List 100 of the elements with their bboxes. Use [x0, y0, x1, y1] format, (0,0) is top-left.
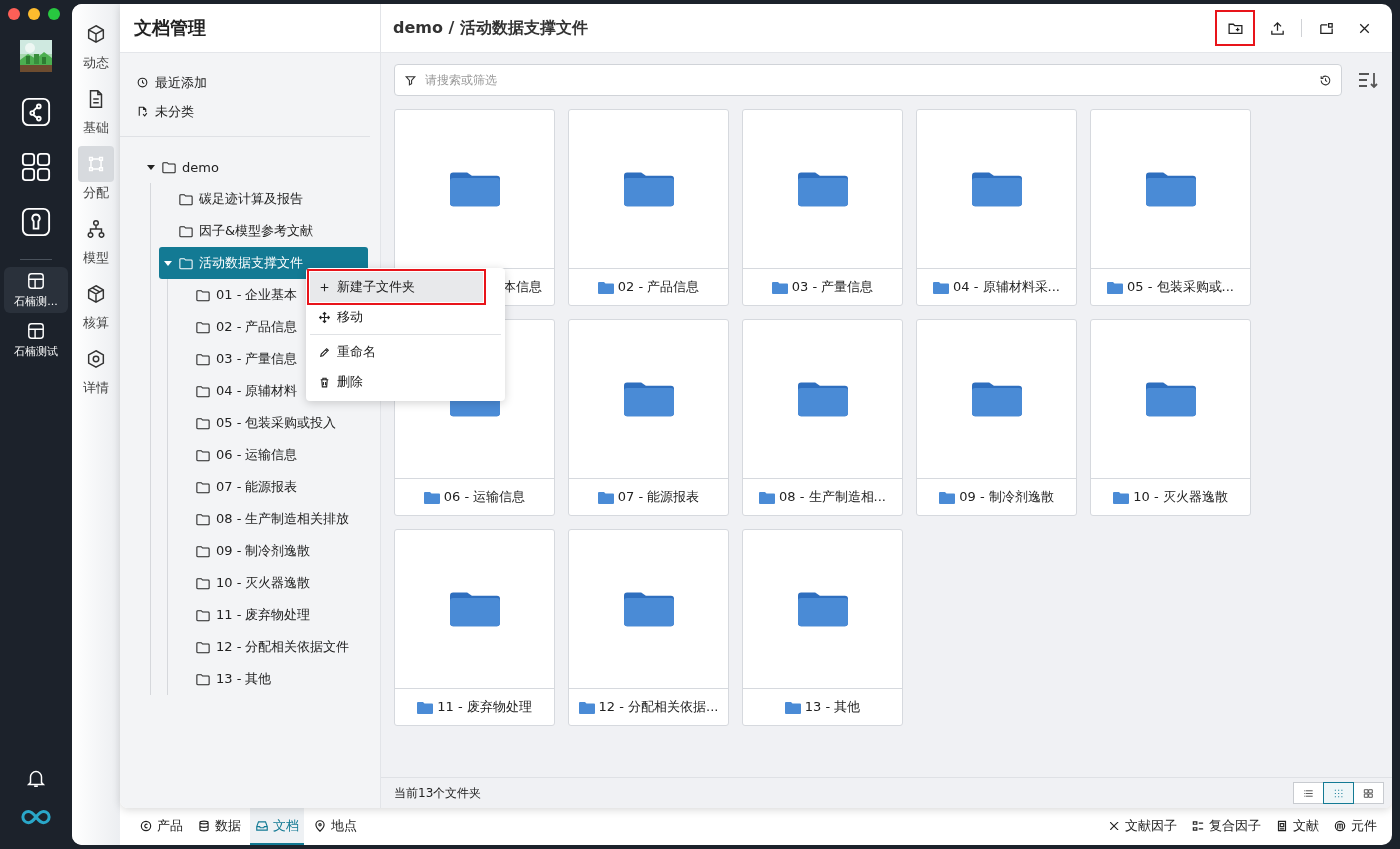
workspace-item[interactable]: 石楠测试	[4, 317, 68, 363]
history-icon[interactable]	[1319, 74, 1332, 87]
folder-icon	[196, 576, 210, 590]
filter-icon[interactable]	[404, 74, 417, 87]
folder-icon	[196, 480, 210, 494]
tile-view-button[interactable]	[1353, 782, 1384, 804]
circle-m-icon	[1333, 818, 1347, 833]
quick-link[interactable]: 最近添加	[136, 68, 356, 97]
tree-item[interactable]: 因子&模型参考文献	[159, 215, 368, 247]
folder-icon	[196, 448, 210, 462]
bottom-link[interactable]: 复合因子	[1186, 808, 1266, 845]
pencil-icon	[318, 345, 331, 359]
folder-name: 10 - 灭火器逸散	[1133, 488, 1228, 506]
tree-item[interactable]: 08 - 生产制造相关排放	[176, 503, 368, 535]
folder-icon	[759, 490, 776, 504]
folder-card[interactable]: 10 - 灭火器逸散	[1090, 319, 1251, 516]
folder-icon	[179, 256, 193, 270]
clock-icon	[136, 76, 149, 89]
folder-card[interactable]: 03 - 产量信息	[742, 109, 903, 306]
folder-name: 07 - 能源报表	[617, 488, 700, 506]
grid-view-button[interactable]	[1323, 782, 1354, 804]
grid-icon[interactable]	[21, 152, 51, 182]
bottom-tab[interactable]: 文档	[250, 808, 304, 845]
folder-icon	[417, 700, 434, 714]
tree-item[interactable]: 11 - 废弃物处理	[176, 599, 368, 631]
bottom-tab[interactable]: 地点	[308, 808, 362, 845]
folder-card[interactable]: 05 - 包装采购或...	[1090, 109, 1251, 306]
folder-icon	[196, 640, 210, 654]
bottom-link[interactable]: 文献	[1270, 808, 1324, 845]
bottom-tab[interactable]: 数据	[192, 808, 246, 845]
cube-icon	[85, 23, 107, 45]
folder-icon	[939, 490, 956, 504]
folder-card[interactable]: 09 - 制冷剂逸散	[916, 319, 1077, 516]
folder-icon	[179, 224, 193, 238]
blocks-icon	[1191, 818, 1205, 833]
folder-card[interactable]: 12 - 分配相关依据...	[568, 529, 729, 726]
folder-card[interactable]: 11 - 废弃物处理	[394, 529, 555, 726]
tree-item[interactable]: 10 - 灭火器逸散	[176, 567, 368, 599]
tree-item[interactable]: demo	[142, 151, 368, 183]
tree-item[interactable]: 09 - 制冷剂逸散	[176, 535, 368, 567]
folder-card[interactable]: 02 - 产品信息	[568, 109, 729, 306]
module-tab[interactable]: 基础	[78, 81, 114, 146]
hexagon-icon	[85, 348, 107, 370]
folder-icon	[162, 160, 176, 174]
folder-count: 当前13个文件夹	[394, 784, 482, 802]
folder-name: 11 - 废弃物处理	[437, 698, 532, 716]
quick-link[interactable]: 未分类	[136, 97, 356, 126]
box-icon	[85, 283, 107, 305]
folder-card[interactable]: 08 - 生产制造相...	[742, 319, 903, 516]
list-view-button[interactable]	[1293, 782, 1324, 804]
new-folder-button[interactable]	[1215, 10, 1255, 46]
book-icon	[1275, 818, 1289, 833]
folder-card[interactable]: 07 - 能源报表	[568, 319, 729, 516]
folder-name: 09 - 制冷剂逸散	[959, 488, 1054, 506]
folder-name: 05 - 包装采购或...	[1127, 278, 1234, 296]
minimize-window-button[interactable]	[28, 8, 40, 20]
share-icon[interactable]	[21, 97, 51, 127]
tree-item[interactable]: 05 - 包装采购或投入	[176, 407, 368, 439]
folder-name: 08 - 生产制造相...	[779, 488, 886, 506]
folder-icon	[1113, 490, 1130, 504]
folder-card[interactable]: 13 - 其他	[742, 529, 903, 726]
breadcrumb: demo / 活动数据支撑文件	[393, 17, 588, 39]
folder-icon	[179, 192, 193, 206]
maximize-window-button[interactable]	[48, 8, 60, 20]
bottom-tab[interactable]: 产品	[134, 808, 188, 845]
folder-card[interactable]: 04 - 原辅材料采...	[916, 109, 1077, 306]
folder-icon	[196, 320, 210, 334]
module-tab[interactable]: 模型	[78, 211, 114, 276]
folder-name: 03 - 产量信息	[791, 278, 874, 296]
pin-icon	[313, 818, 327, 833]
folder-icon	[196, 512, 210, 526]
folder-icon	[933, 280, 950, 294]
search-field[interactable]: 请搜索或筛选	[394, 64, 1342, 96]
table-icon	[27, 271, 45, 290]
close-window-button[interactable]	[8, 8, 20, 20]
trash-icon	[318, 375, 331, 389]
menu-item[interactable]: 新建子文件夹	[310, 272, 483, 302]
module-tab[interactable]: 详情	[78, 341, 114, 406]
workspace-item[interactable]: 石楠测...	[4, 267, 68, 313]
document-icon	[136, 105, 149, 118]
tree-item[interactable]: 12 - 分配相关依据文件	[176, 631, 368, 663]
hierarchy-icon	[85, 218, 107, 240]
module-tab[interactable]: 核算	[78, 276, 114, 341]
tree-item[interactable]: 活动数据支撑文件	[159, 247, 368, 279]
tree-item[interactable]: 13 - 其他	[176, 663, 368, 695]
folder-name: 12 - 分配相关依据...	[598, 698, 719, 716]
folder-icon	[196, 608, 210, 622]
folder-name: 13 - 其他	[804, 698, 861, 716]
tree-item[interactable]: 碳足迹计算及报告	[159, 183, 368, 215]
bottom-link[interactable]: 元件	[1328, 808, 1382, 845]
database-icon	[197, 818, 211, 833]
folder-icon	[196, 384, 210, 398]
tree-item[interactable]: 06 - 运输信息	[176, 439, 368, 471]
keyhole-icon[interactable]	[21, 207, 51, 237]
folder-icon	[1107, 280, 1124, 294]
tree-item[interactable]: 07 - 能源报表	[176, 471, 368, 503]
bottom-link[interactable]: 文献因子	[1102, 808, 1182, 845]
module-tab[interactable]: 动态	[78, 16, 114, 81]
folder-icon	[578, 700, 595, 714]
folder-name: 02 - 产品信息	[617, 278, 700, 296]
